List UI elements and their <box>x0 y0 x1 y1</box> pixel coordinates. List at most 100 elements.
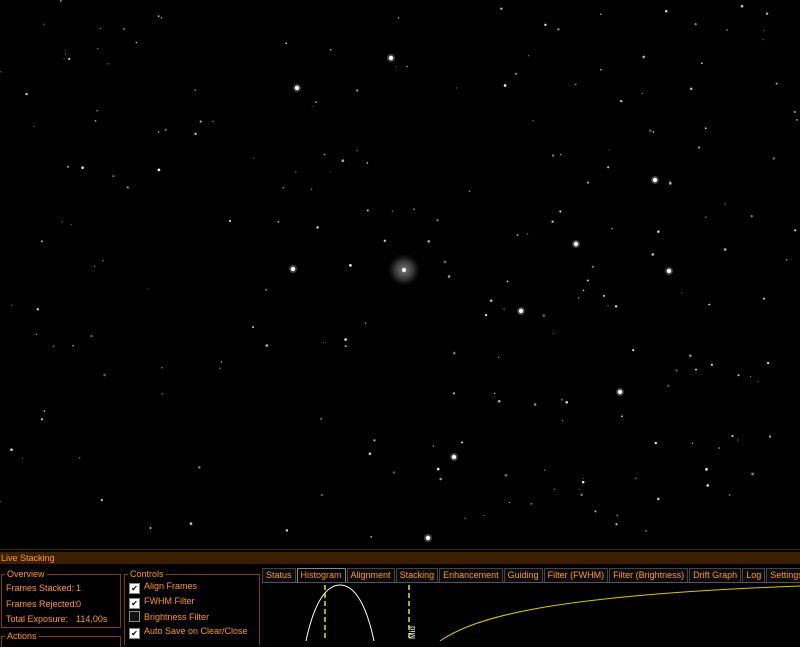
star <box>557 28 560 31</box>
star <box>668 181 672 185</box>
star <box>157 131 160 133</box>
star <box>766 361 770 365</box>
star <box>551 154 555 157</box>
star <box>100 498 103 502</box>
auto-save-checkbox[interactable]: ✔ Auto Save on Clear/Close <box>129 626 248 639</box>
tab-guiding[interactable]: Guiding <box>503 568 543 582</box>
star <box>559 153 562 156</box>
bright-star <box>425 535 431 541</box>
star <box>581 480 585 484</box>
star <box>793 110 796 114</box>
star <box>468 190 471 192</box>
star <box>656 497 660 501</box>
star <box>705 216 707 218</box>
stat-frames-stacked: Frames Stacked: 1 <box>6 583 82 593</box>
star <box>63 58 65 60</box>
tab-histogram[interactable]: Histogram <box>296 568 346 582</box>
star <box>25 92 28 96</box>
star <box>320 493 324 497</box>
brightness-filter-checkbox[interactable]: Brightness Filter <box>129 611 209 623</box>
star <box>64 53 67 55</box>
star <box>103 373 106 377</box>
tab-enhancement[interactable]: Enhancement <box>439 568 503 582</box>
star <box>323 341 325 343</box>
star <box>443 260 447 264</box>
star <box>285 42 288 45</box>
star <box>542 314 546 317</box>
star <box>101 259 104 262</box>
star <box>365 322 367 324</box>
fwhm-filter-checkbox[interactable]: ✔ FWHM Filter <box>129 596 195 609</box>
star <box>344 345 347 348</box>
star <box>580 493 583 497</box>
star <box>460 441 464 444</box>
star <box>544 23 547 26</box>
star <box>316 226 319 229</box>
checkbox-box[interactable]: ✔ <box>129 583 140 594</box>
star <box>0 501 1 503</box>
star <box>621 415 623 418</box>
stretch-curve <box>439 585 800 641</box>
checkbox-box[interactable]: ✔ <box>129 628 140 639</box>
tab-alignment[interactable]: Alignment <box>346 568 395 582</box>
tab-stacking[interactable]: Stacking <box>395 568 439 582</box>
star <box>395 65 397 67</box>
actions-group: Actions <box>1 631 121 647</box>
star <box>96 109 99 112</box>
tab-drift-graph[interactable]: Drift Graph <box>689 568 742 582</box>
star <box>94 119 97 122</box>
star <box>33 125 35 127</box>
star <box>707 304 710 306</box>
star <box>500 7 503 10</box>
align-frames-checkbox[interactable]: ✔ Align Frames <box>129 581 197 594</box>
star <box>344 338 347 341</box>
checkbox-box[interactable]: ✔ <box>129 598 140 609</box>
star <box>439 477 442 481</box>
star <box>697 146 701 149</box>
star <box>135 41 138 44</box>
tab-filter-fwhm[interactable]: Filter (FWHM) <box>543 568 609 582</box>
star <box>701 62 703 64</box>
star <box>503 308 505 311</box>
central-star <box>402 268 406 272</box>
star <box>0 70 2 73</box>
tab-log[interactable]: Log <box>742 568 766 582</box>
tab-settings[interactable]: Settings <box>766 568 800 582</box>
star <box>575 83 577 85</box>
star <box>527 55 530 57</box>
star <box>724 203 726 205</box>
star <box>366 209 369 212</box>
star <box>532 119 534 122</box>
star <box>740 4 744 8</box>
star <box>160 17 163 19</box>
star <box>577 297 580 299</box>
star <box>560 398 564 401</box>
star <box>632 348 635 352</box>
tab-status[interactable]: Status <box>262 568 296 582</box>
bright-star <box>290 266 296 272</box>
star <box>40 418 44 421</box>
star <box>40 240 43 243</box>
star <box>608 149 610 151</box>
star <box>311 106 313 108</box>
star <box>265 288 268 291</box>
star <box>651 253 655 256</box>
live-stack-image[interactable] <box>0 0 800 549</box>
star <box>641 92 643 94</box>
star <box>456 87 458 89</box>
star <box>704 127 707 130</box>
star <box>436 467 440 471</box>
star <box>112 175 115 178</box>
star <box>11 304 13 306</box>
star <box>706 484 709 487</box>
star <box>737 374 740 377</box>
star <box>530 502 533 505</box>
tab-filter-brightness[interactable]: Filter (Brightness) <box>609 568 689 582</box>
star <box>533 403 537 406</box>
overview-group: Overview Frames Stacked: 1 Frames Rejecte… <box>1 569 121 628</box>
star <box>448 275 451 278</box>
bright-star <box>666 268 672 274</box>
checkbox-box[interactable] <box>129 611 140 622</box>
stat-frames-rejected: Frames Rejected: 0 <box>6 599 82 609</box>
star <box>149 526 152 530</box>
